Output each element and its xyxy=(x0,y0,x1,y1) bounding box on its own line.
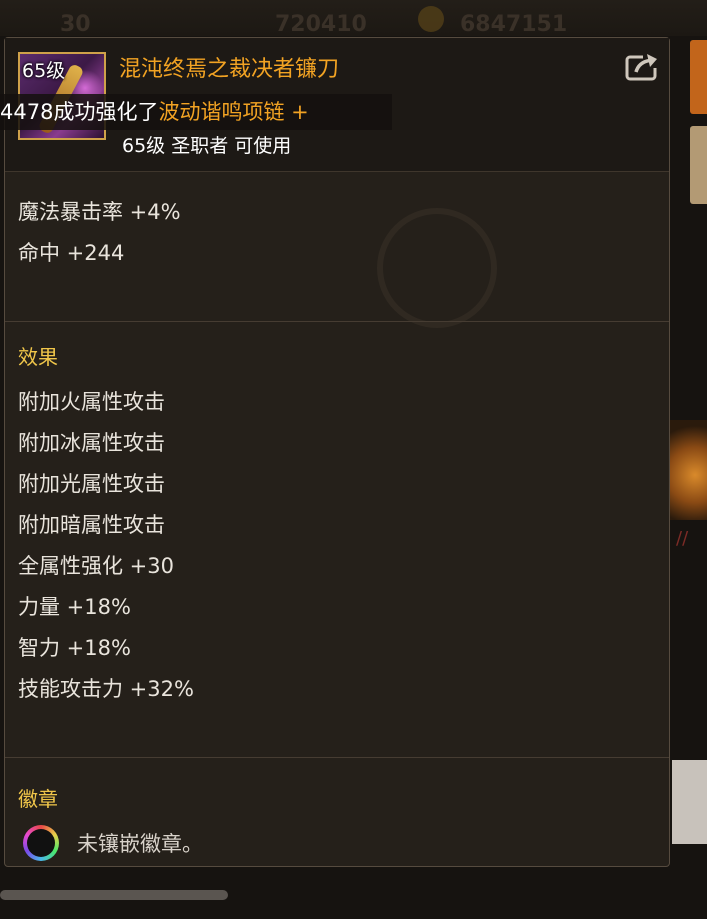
side-tab-orange[interactable] xyxy=(690,40,707,114)
stat-hit: 命中 +244 xyxy=(18,241,125,265)
effect-line: 附加火属性攻击 xyxy=(18,390,165,414)
item-level-badge: 65级 xyxy=(22,60,66,82)
side-red-mark: // xyxy=(676,528,689,549)
divider xyxy=(5,757,669,758)
tooltip-header: 65级 混沌终焉之裁决者镰刀 4478成功强化了波动谐鸣项链 + 65级 圣职者… xyxy=(0,38,669,172)
notice-item-name: 波动谐鸣项链 + xyxy=(158,100,309,124)
effect-line: 附加暗属性攻击 xyxy=(18,513,165,537)
level-value: 30 xyxy=(60,12,91,37)
side-item-thumbnail[interactable] xyxy=(668,420,707,520)
coin-icon xyxy=(418,6,444,32)
effect-line: 智力 +18% xyxy=(18,636,131,660)
effect-line: 技能攻击力 +32% xyxy=(18,677,194,701)
divider xyxy=(5,321,669,322)
side-tab-beige[interactable] xyxy=(690,126,707,204)
notice-prefix: 4478成功强化了 xyxy=(0,100,159,124)
effect-line: 全属性强化 +30 xyxy=(18,554,174,578)
horizontal-scrollbar[interactable] xyxy=(0,890,228,900)
item-requirements: 65级 圣职者 可使用 xyxy=(122,135,292,157)
side-panel-edge xyxy=(672,760,707,844)
watermark-emblem-icon xyxy=(377,208,497,328)
effects-title: 效果 xyxy=(18,345,58,369)
effect-line: 附加光属性攻击 xyxy=(18,472,165,496)
emblem-status: 未镶嵌徽章。 xyxy=(77,832,203,856)
item-name: 混沌终焉之裁决者镰刀 xyxy=(119,57,340,82)
gold-value: 6847151 xyxy=(460,12,568,37)
enhance-notice-banner: 4478成功强化了波动谐鸣项链 + xyxy=(0,94,392,130)
effect-line: 力量 +18% xyxy=(18,595,131,619)
stat-magic-crit: 魔法暴击率 +4% xyxy=(18,200,181,224)
item-tooltip: 65级 混沌终焉之裁决者镰刀 4478成功强化了波动谐鸣项链 + 65级 圣职者… xyxy=(0,37,670,867)
effect-line: 附加冰属性攻击 xyxy=(18,431,165,455)
emblem-slot-icon xyxy=(23,825,59,861)
share-icon[interactable] xyxy=(625,52,661,82)
emblem-title: 徽章 xyxy=(18,787,58,811)
currency-value: 720410 xyxy=(275,12,367,37)
